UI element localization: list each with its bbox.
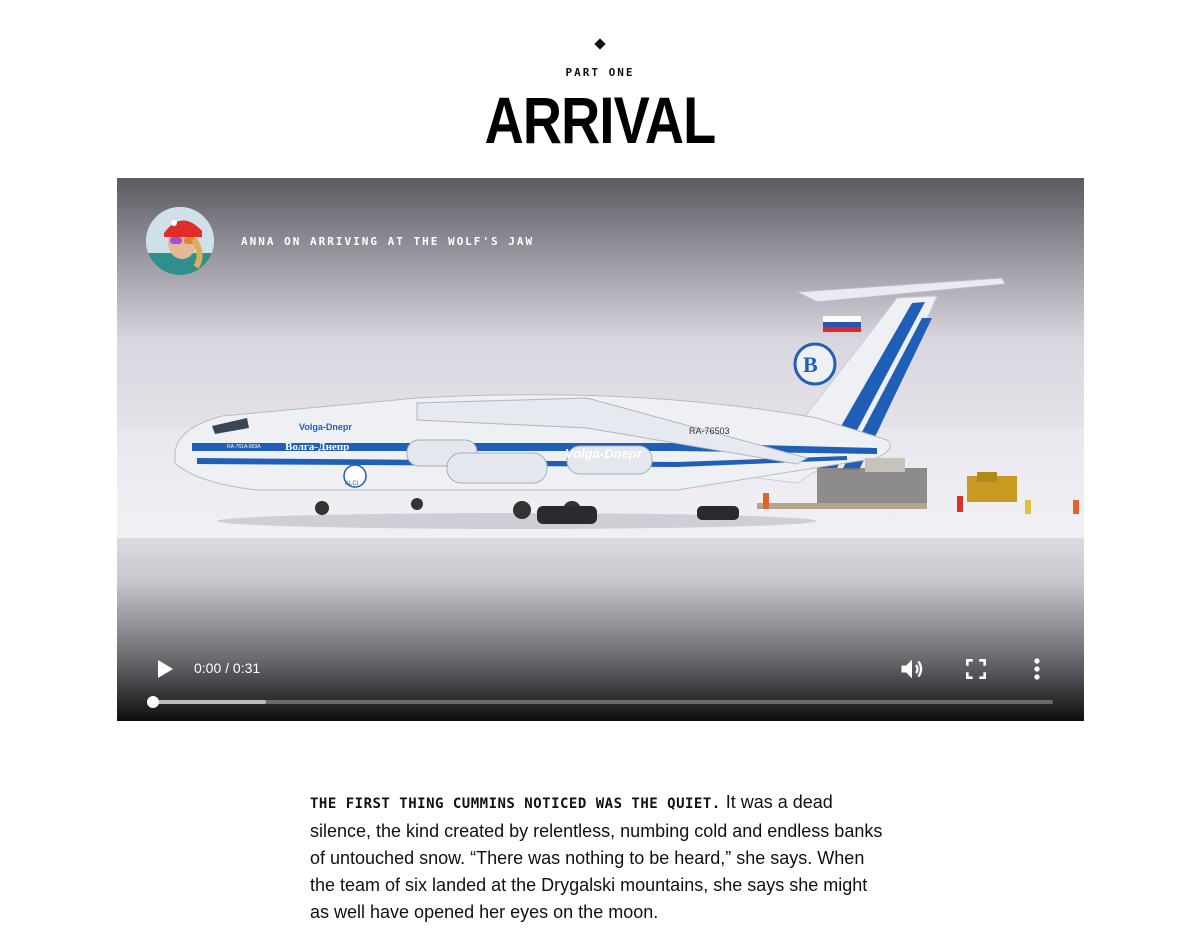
- fuselage-airline-name: Volga-Dnepr: [565, 446, 643, 461]
- progress-bar[interactable]: [147, 696, 1053, 708]
- part-label: PART ONE: [565, 66, 635, 79]
- nose-registration-mark: RA-761A-803A: [227, 444, 261, 450]
- time-display: 0:00 / 0:31: [194, 660, 261, 676]
- video-player[interactable]: B Volga-Dnepr Волга-Днепр Volga-Dnepr RA…: [117, 178, 1084, 721]
- section-title: ARRIVAL: [484, 83, 717, 157]
- progress-buffer: [153, 700, 266, 704]
- registration-mark: RA-76503: [689, 426, 730, 436]
- alci-badge: ALCI: [345, 481, 359, 487]
- nose-airline-name: Volga-Dnepr: [299, 422, 352, 432]
- avatar-portrait: [146, 207, 214, 275]
- more-vert-icon[interactable]: [1025, 655, 1049, 683]
- play-icon[interactable]: [153, 657, 177, 681]
- progress-scrubber-handle[interactable]: [147, 696, 159, 708]
- fullscreen-icon[interactable]: [963, 656, 989, 682]
- narrator-avatar: [146, 207, 214, 275]
- video-controls: 0:00 / 0:31: [117, 644, 1084, 721]
- volume-icon[interactable]: [898, 655, 926, 683]
- video-caption: ANNA ON ARRIVING AT THE WOLF'S JAW: [241, 235, 535, 248]
- article-paragraph: THE FIRST THING CUMMINS NOTICED WAS THE …: [310, 789, 890, 926]
- cyrillic-airline-name: Волга-Днепр: [285, 441, 349, 453]
- section-divider-diamond-icon: [594, 38, 606, 50]
- video-frame-airplane: B Volga-Dnepr Волга-Днепр Volga-Dnepr RA…: [117, 277, 1084, 538]
- svg-text:B: B: [803, 352, 818, 377]
- article-lead-in: THE FIRST THING CUMMINS NOTICED WAS THE …: [310, 796, 721, 812]
